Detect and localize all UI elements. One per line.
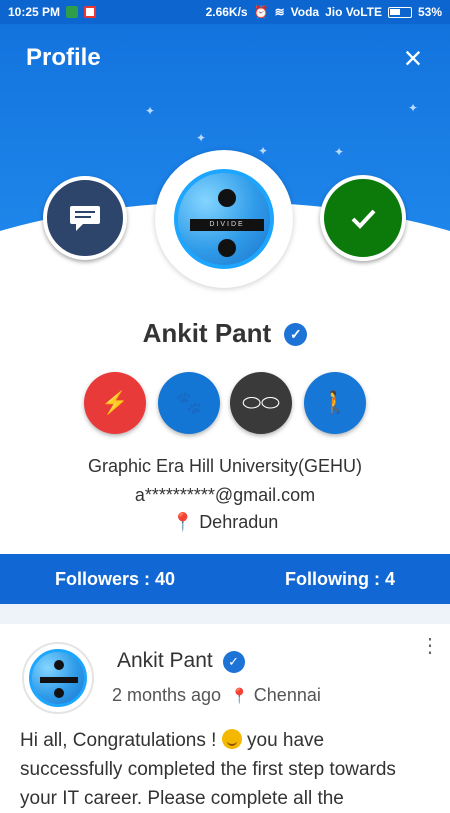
star-icon: ✦ <box>334 145 345 159</box>
verified-icon: ✓ <box>222 651 245 673</box>
following-count[interactable]: Following : 4 <box>285 569 395 590</box>
verified-icon: ✓ <box>284 323 308 346</box>
avatar-art-text: DIVIDE <box>190 219 264 231</box>
section-divider <box>0 604 450 624</box>
sunglasses-icon: ⬭⬭ <box>242 390 280 415</box>
wifi-icon: ≋ <box>274 5 285 19</box>
stats-bar: Followers : 40 Following : 4 <box>0 554 450 604</box>
lightning-icon: ⚡ <box>101 390 129 415</box>
post-avatar[interactable] <box>22 642 94 714</box>
check-icon <box>351 209 376 229</box>
star-icon: ✦ <box>145 104 156 118</box>
university: Graphic Era Hill University(GEHU) <box>87 456 363 476</box>
network-speed: 2.66K/s <box>205 5 248 19</box>
star-icon: ✦ <box>408 101 419 115</box>
chat-icon <box>70 206 100 231</box>
more-options-icon[interactable]: ⋮ <box>420 634 440 658</box>
carrier-1: Voda <box>290 5 320 19</box>
profile-avatar[interactable]: DIVIDE <box>155 150 293 288</box>
lightning-button[interactable]: ⚡ <box>84 372 146 434</box>
smile-emoji-icon <box>221 729 242 749</box>
page-title: Profile <box>26 44 101 71</box>
post-text-1: Hi all, Congratulations ! <box>20 730 222 751</box>
location-row: 📍 Dehradun <box>0 512 450 533</box>
paw-button[interactable]: 🐾 <box>158 372 220 434</box>
battery-icon <box>387 6 412 18</box>
post-location: Chennai <box>253 685 321 705</box>
location: Dehradun <box>199 512 279 532</box>
star-icon: ✦ <box>258 144 269 158</box>
carrier-2: Jio VoLTE <box>325 5 382 19</box>
location-pin-icon: 📍 <box>171 512 195 532</box>
walker-button[interactable]: 🚶 <box>304 372 366 434</box>
battery-level: 53% <box>417 5 442 19</box>
star-icon: ✦ <box>196 131 207 145</box>
alarm-icon: ⏰ <box>253 5 269 19</box>
status-time: 10:25 PM <box>8 5 61 19</box>
browser-icon <box>84 6 97 18</box>
chat-button[interactable] <box>43 176 127 260</box>
post-meta: 2 months ago 📍 Chennai <box>112 685 321 706</box>
close-icon[interactable]: × <box>396 41 430 75</box>
sunglasses-button[interactable]: ⬭⬭ <box>230 372 292 434</box>
avatar-image: DIVIDE <box>174 169 274 269</box>
confirm-button[interactable] <box>320 175 406 261</box>
followers-count[interactable]: Followers : 40 <box>55 569 175 590</box>
walker-icon: 🚶 <box>321 390 349 415</box>
email: a**********@gmail.com <box>134 485 316 505</box>
post-time: 2 months ago <box>112 685 222 705</box>
post-card: Ankit Pant ✓ 2 months ago 📍 Chennai ⋮ Hi… <box>0 624 450 809</box>
post-author-row: Ankit Pant ✓ <box>117 649 245 673</box>
profile-name: Ankit Pant <box>142 318 272 348</box>
shield-icon <box>66 6 79 18</box>
status-bar: 10:25 PM 2.66K/s ⏰ ≋ Voda Jio VoLTE 53% <box>0 0 450 24</box>
profile-name-row: Ankit Pant ✓ <box>0 318 450 349</box>
paw-icon: 🐾 <box>175 390 203 415</box>
post-author[interactable]: Ankit Pant <box>117 649 213 672</box>
location-pin-icon: 📍 <box>230 688 249 705</box>
